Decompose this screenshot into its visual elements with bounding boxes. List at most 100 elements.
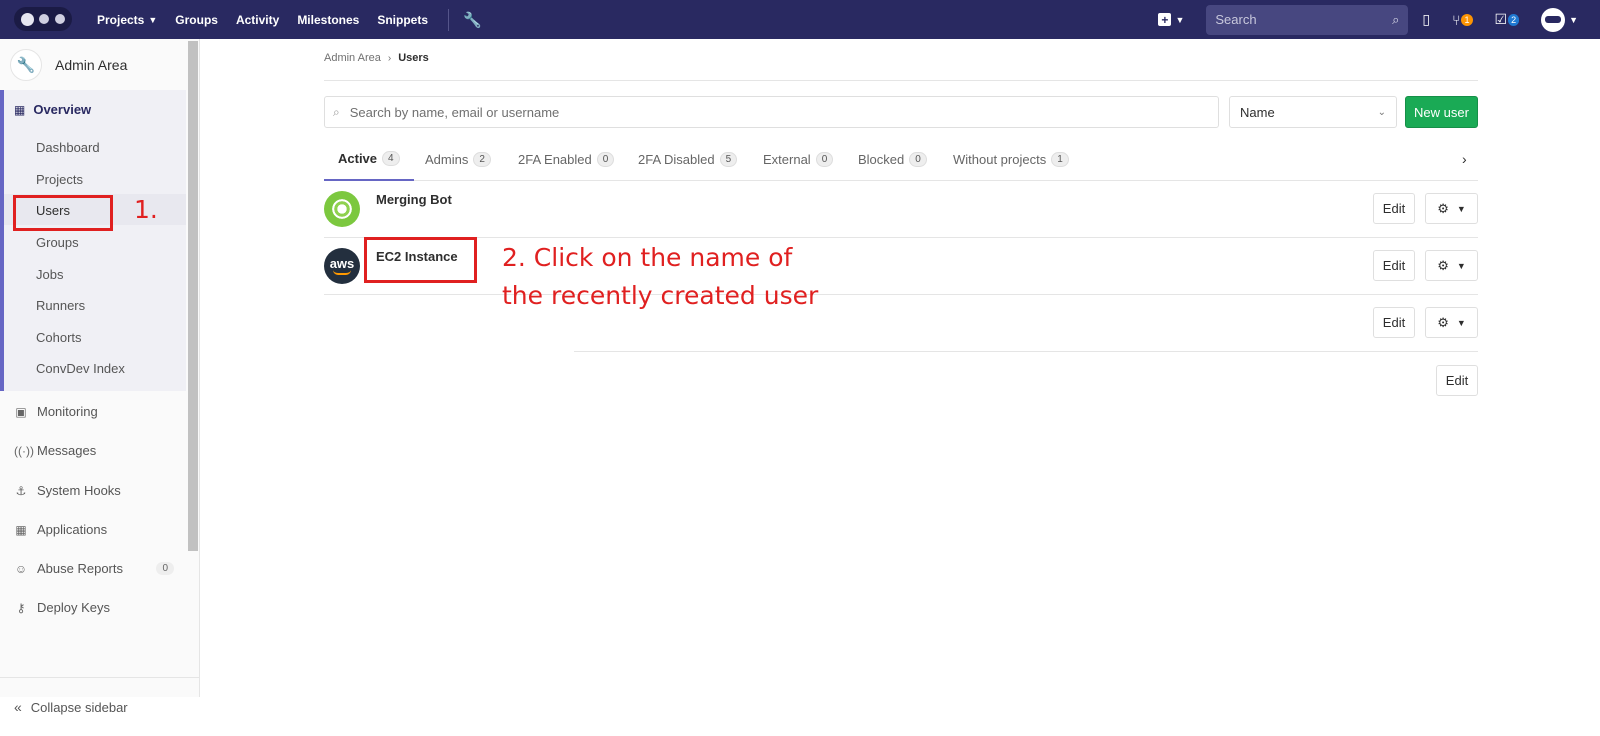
sidebar-item-applications[interactable]: ▦ Applications xyxy=(14,522,174,537)
tab-external[interactable]: External 0 xyxy=(763,137,834,181)
gear-icon: ⚙ xyxy=(1437,257,1449,273)
global-search-input[interactable]: Search ⌕ xyxy=(1206,4,1409,35)
tab-count: 0 xyxy=(909,151,927,167)
edit-button[interactable]: Edit xyxy=(1373,307,1415,338)
user-filter-tabs: Active 4 Admins 2 2FA Enabled 0 2FA Disable… xyxy=(324,137,1478,181)
chevron-down-icon: ▼ xyxy=(148,14,158,25)
tab-2fa-disabled[interactable]: 2FA Disabled 5 xyxy=(638,137,738,181)
overview-grid-icon: ▦ xyxy=(14,102,26,117)
logo-dot xyxy=(39,14,50,24)
sidebar-item-system-hooks[interactable]: ⚓ System Hooks xyxy=(14,483,174,498)
sidebar-item-groups[interactable]: Groups xyxy=(36,235,79,250)
edit-button[interactable]: Edit xyxy=(1436,365,1478,396)
monitor-icon: ▣ xyxy=(15,404,27,419)
user-avatar[interactable] xyxy=(1541,7,1566,32)
search-icon: ⌕ xyxy=(333,104,340,119)
merge-requests-button[interactable]: ⑂ 1 xyxy=(1452,11,1473,28)
plus-icon: + xyxy=(1158,13,1172,27)
new-dropdown-button[interactable]: + ▼ xyxy=(1158,13,1185,27)
chevron-down-icon[interactable]: ▼ xyxy=(1569,15,1578,25)
gear-icon: ⚙ xyxy=(1437,200,1449,216)
caret-down-icon: ▼ xyxy=(1456,203,1466,214)
divider xyxy=(324,80,1478,81)
nav-projects[interactable]: Projects ▼ xyxy=(97,13,157,27)
wrench-icon: 🔧 xyxy=(10,49,42,81)
nav-snippets[interactable]: Snippets xyxy=(377,13,428,27)
tab-count: 2 xyxy=(473,151,491,167)
user-search-input[interactable]: ⌕ Search by name, email or username xyxy=(324,96,1219,128)
avatar: aws xyxy=(324,248,360,284)
tab-2fa-enabled[interactable]: 2FA Enabled 0 xyxy=(518,137,615,181)
sidebar-item-cohorts[interactable]: Cohorts xyxy=(36,330,82,345)
user-actions-dropdown[interactable]: ⚙ ▼ xyxy=(1425,193,1478,224)
todos-badge: 2 xyxy=(1508,13,1520,26)
tab-blocked[interactable]: Blocked 0 xyxy=(858,137,927,181)
double-chevron-left-icon: « xyxy=(14,699,22,715)
chevron-right-icon[interactable]: › xyxy=(1462,151,1467,167)
sidebar-item-deploy-keys[interactable]: ⚷ Deploy Keys xyxy=(14,600,174,615)
top-navbar: Projects ▼ Groups Activity Milestones Sni… xyxy=(0,0,1600,39)
new-user-button[interactable]: New user xyxy=(1405,96,1478,128)
sidebar-item-runners[interactable]: Runners xyxy=(36,298,85,313)
chevron-down-icon: ▼ xyxy=(1175,14,1185,25)
nav-activity[interactable]: Activity xyxy=(236,13,279,27)
gear-icon: ⚙ xyxy=(1437,314,1449,330)
annotation-step-2-line1: 2. Click on the name of xyxy=(502,243,793,272)
sidebar-item-messages[interactable]: ((·)) Messages xyxy=(14,443,174,458)
sidebar-item-overview[interactable]: ▦ Overview xyxy=(14,102,91,117)
breadcrumb-users[interactable]: Users xyxy=(398,52,429,64)
tab-without-projects[interactable]: Without projects 1 xyxy=(953,137,1069,181)
todos-button[interactable]: ☑ 2 xyxy=(1495,11,1520,28)
abuse-reports-count: 0 xyxy=(156,562,174,575)
sidebar-item-dashboard[interactable]: Dashboard xyxy=(36,140,100,155)
annotation-user-name-highlight xyxy=(364,237,477,283)
gitlab-logo[interactable] xyxy=(14,7,72,31)
table-row: aws EC2 Instance Edit ⚙ ▼ xyxy=(324,238,1478,295)
aws-smile-icon xyxy=(333,270,351,275)
sidebar-scrollbar[interactable] xyxy=(188,41,198,551)
sidebar-item-monitoring[interactable]: ▣ Monitoring xyxy=(14,404,174,419)
annotation-step-1: 1. xyxy=(134,195,158,224)
sidebar-toggle-icon[interactable]: ▯ xyxy=(1422,11,1430,28)
tab-active[interactable]: Active 4 xyxy=(324,137,414,181)
breadcrumb-admin-area[interactable]: Admin Area xyxy=(324,52,381,64)
sidebar-item-convdev-index[interactable]: ConvDev Index xyxy=(36,361,125,376)
admin-sidebar: 🔧 Admin Area ▦ Overview Dashboard Projec… xyxy=(0,39,200,715)
face-icon: ☺ xyxy=(14,561,28,576)
nav-groups[interactable]: Groups xyxy=(175,13,218,27)
tab-count: 4 xyxy=(382,150,400,166)
sidebar-header[interactable]: 🔧 Admin Area xyxy=(0,39,199,91)
broadcast-icon: ((·)) xyxy=(14,443,34,458)
user-name-link[interactable]: Merging Bot xyxy=(376,192,452,207)
user-actions-dropdown[interactable]: ⚙ ▼ xyxy=(1425,307,1478,338)
sort-dropdown[interactable]: Name ⌄ xyxy=(1229,96,1397,128)
chevron-right-icon: › xyxy=(387,52,392,64)
nav-milestones[interactable]: Milestones xyxy=(297,13,359,27)
sidebar-item-abuse-reports[interactable]: ☺ Abuse Reports 0 xyxy=(14,561,174,576)
collapse-sidebar-button[interactable]: « Collapse sidebar xyxy=(0,677,200,736)
search-icon: ⌕ xyxy=(1392,11,1400,27)
breadcrumb: Admin Area › Users xyxy=(324,52,429,64)
sidebar-item-jobs[interactable]: Jobs xyxy=(36,267,63,282)
edit-button[interactable]: Edit xyxy=(1373,250,1415,281)
tab-count: 0 xyxy=(815,151,834,167)
tab-admins[interactable]: Admins 2 xyxy=(425,137,491,181)
sidebar-item-projects[interactable]: Projects xyxy=(36,172,83,187)
overview-section xyxy=(0,90,186,391)
caret-down-icon: ▼ xyxy=(1456,260,1466,271)
admin-wrench-icon[interactable]: 🔧 xyxy=(463,11,482,29)
annotation-users-highlight xyxy=(13,195,113,231)
key-icon: ⚷ xyxy=(16,600,26,615)
grid-icon: ▦ xyxy=(15,522,27,537)
edit-button[interactable]: Edit xyxy=(1373,193,1415,224)
avatar xyxy=(324,191,360,227)
logo-dot xyxy=(55,14,66,24)
chevron-down-icon: ⌄ xyxy=(1377,106,1386,118)
logo-dot xyxy=(20,12,34,26)
caret-down-icon: ▼ xyxy=(1456,317,1466,328)
merge-request-icon: ⑂ xyxy=(1452,11,1461,28)
nav-divider xyxy=(448,8,449,31)
user-actions-dropdown[interactable]: ⚙ ▼ xyxy=(1425,250,1478,281)
tab-count: 0 xyxy=(596,151,615,167)
hook-icon: ⚓ xyxy=(15,483,27,498)
